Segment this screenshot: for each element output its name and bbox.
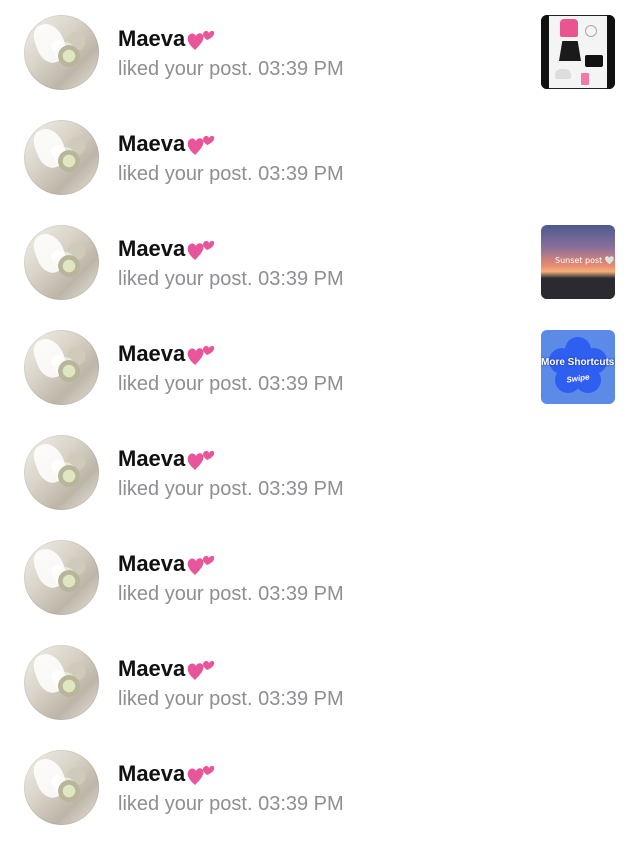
timestamp: 03:39 PM (258, 478, 344, 500)
post-thumbnail-flower[interactable]: More Shortcuts! Swipe (541, 330, 615, 404)
timestamp: 03:39 PM (258, 688, 344, 710)
notification-name-line: Maeva (118, 445, 216, 472)
notification-row[interactable]: Maeva liked your post. 03:39 PM (0, 540, 640, 645)
username[interactable]: Maeva (118, 26, 185, 52)
notification-subtitle: liked your post. 03:39 PM (118, 162, 344, 186)
action-text: liked your post. (118, 793, 253, 815)
action-text: liked your post. (118, 58, 253, 80)
notification-subtitle: liked your post. 03:39 PM (118, 582, 344, 606)
username[interactable]: Maeva (118, 131, 185, 157)
action-text: liked your post. (118, 478, 253, 500)
timestamp: 03:39 PM (258, 268, 344, 290)
username[interactable]: Maeva (118, 551, 185, 577)
avatar[interactable] (24, 540, 99, 615)
avatar[interactable] (24, 645, 99, 720)
action-text: liked your post. (118, 688, 253, 710)
two-hearts-icon (186, 656, 216, 682)
avatar[interactable] (24, 330, 99, 405)
notification-name-line: Maeva (118, 25, 216, 52)
action-text: liked your post. (118, 373, 253, 395)
avatar[interactable] (24, 15, 99, 90)
avatar[interactable] (24, 225, 99, 300)
notification-row[interactable]: Maeva liked your post. 03:39 PM (0, 435, 640, 540)
two-hearts-icon (186, 341, 216, 367)
two-hearts-icon (186, 761, 216, 787)
timestamp: 03:39 PM (258, 163, 344, 185)
username[interactable]: Maeva (118, 236, 185, 262)
notification-name-line: Maeva (118, 760, 216, 787)
timestamp: 03:39 PM (258, 373, 344, 395)
notification-name-line: Maeva (118, 235, 216, 262)
username[interactable]: Maeva (118, 761, 185, 787)
action-text: liked your post. (118, 583, 253, 605)
two-hearts-icon (186, 236, 216, 262)
notification-name-line: Maeva (118, 655, 216, 682)
notification-subtitle: liked your post. 03:39 PM (118, 792, 344, 816)
avatar[interactable] (24, 435, 99, 510)
timestamp: 03:39 PM (258, 58, 344, 80)
notification-row[interactable]: Maeva liked your post. 03:39 PM (0, 750, 640, 855)
action-text: liked your post. (118, 163, 253, 185)
notification-name-line: Maeva (118, 550, 216, 577)
avatar[interactable] (24, 750, 99, 825)
two-hearts-icon (186, 446, 216, 472)
notification-subtitle: liked your post. 03:39 PM (118, 687, 344, 711)
two-hearts-icon (186, 551, 216, 577)
timestamp: 03:39 PM (258, 793, 344, 815)
action-text: liked your post. (118, 268, 253, 290)
thumbnail-text: More Shortcuts! (541, 357, 615, 368)
username[interactable]: Maeva (118, 656, 185, 682)
username[interactable]: Maeva (118, 446, 185, 472)
notification-subtitle: liked your post. 03:39 PM (118, 267, 344, 291)
notification-list: Maeva liked your post. 03:39 PM Maeva li… (0, 0, 640, 855)
post-thumbnail-sunset[interactable]: Sunset post 🤍 (541, 225, 615, 299)
username[interactable]: Maeva (118, 341, 185, 367)
two-hearts-icon (186, 131, 216, 157)
post-thumbnail-outfit[interactable] (541, 15, 615, 89)
notification-row[interactable]: Maeva liked your post. 03:39 PM (0, 120, 640, 225)
thumbnail-caption: Sunset post 🤍 (555, 256, 615, 265)
notification-subtitle: liked your post. 03:39 PM (118, 372, 344, 396)
notification-row[interactable]: Maeva liked your post. 03:39 PM (0, 15, 640, 120)
notification-name-line: Maeva (118, 130, 216, 157)
notification-subtitle: liked your post. 03:39 PM (118, 477, 344, 501)
timestamp: 03:39 PM (258, 583, 344, 605)
notification-row[interactable]: Maeva liked your post. 03:39 PM More Sho… (0, 330, 640, 435)
notification-row[interactable]: Maeva liked your post. 03:39 PM Sunset p… (0, 225, 640, 330)
two-hearts-icon (186, 26, 216, 52)
notification-name-line: Maeva (118, 340, 216, 367)
avatar[interactable] (24, 120, 99, 195)
notification-subtitle: liked your post. 03:39 PM (118, 57, 344, 81)
notification-row[interactable]: Maeva liked your post. 03:39 PM (0, 645, 640, 750)
